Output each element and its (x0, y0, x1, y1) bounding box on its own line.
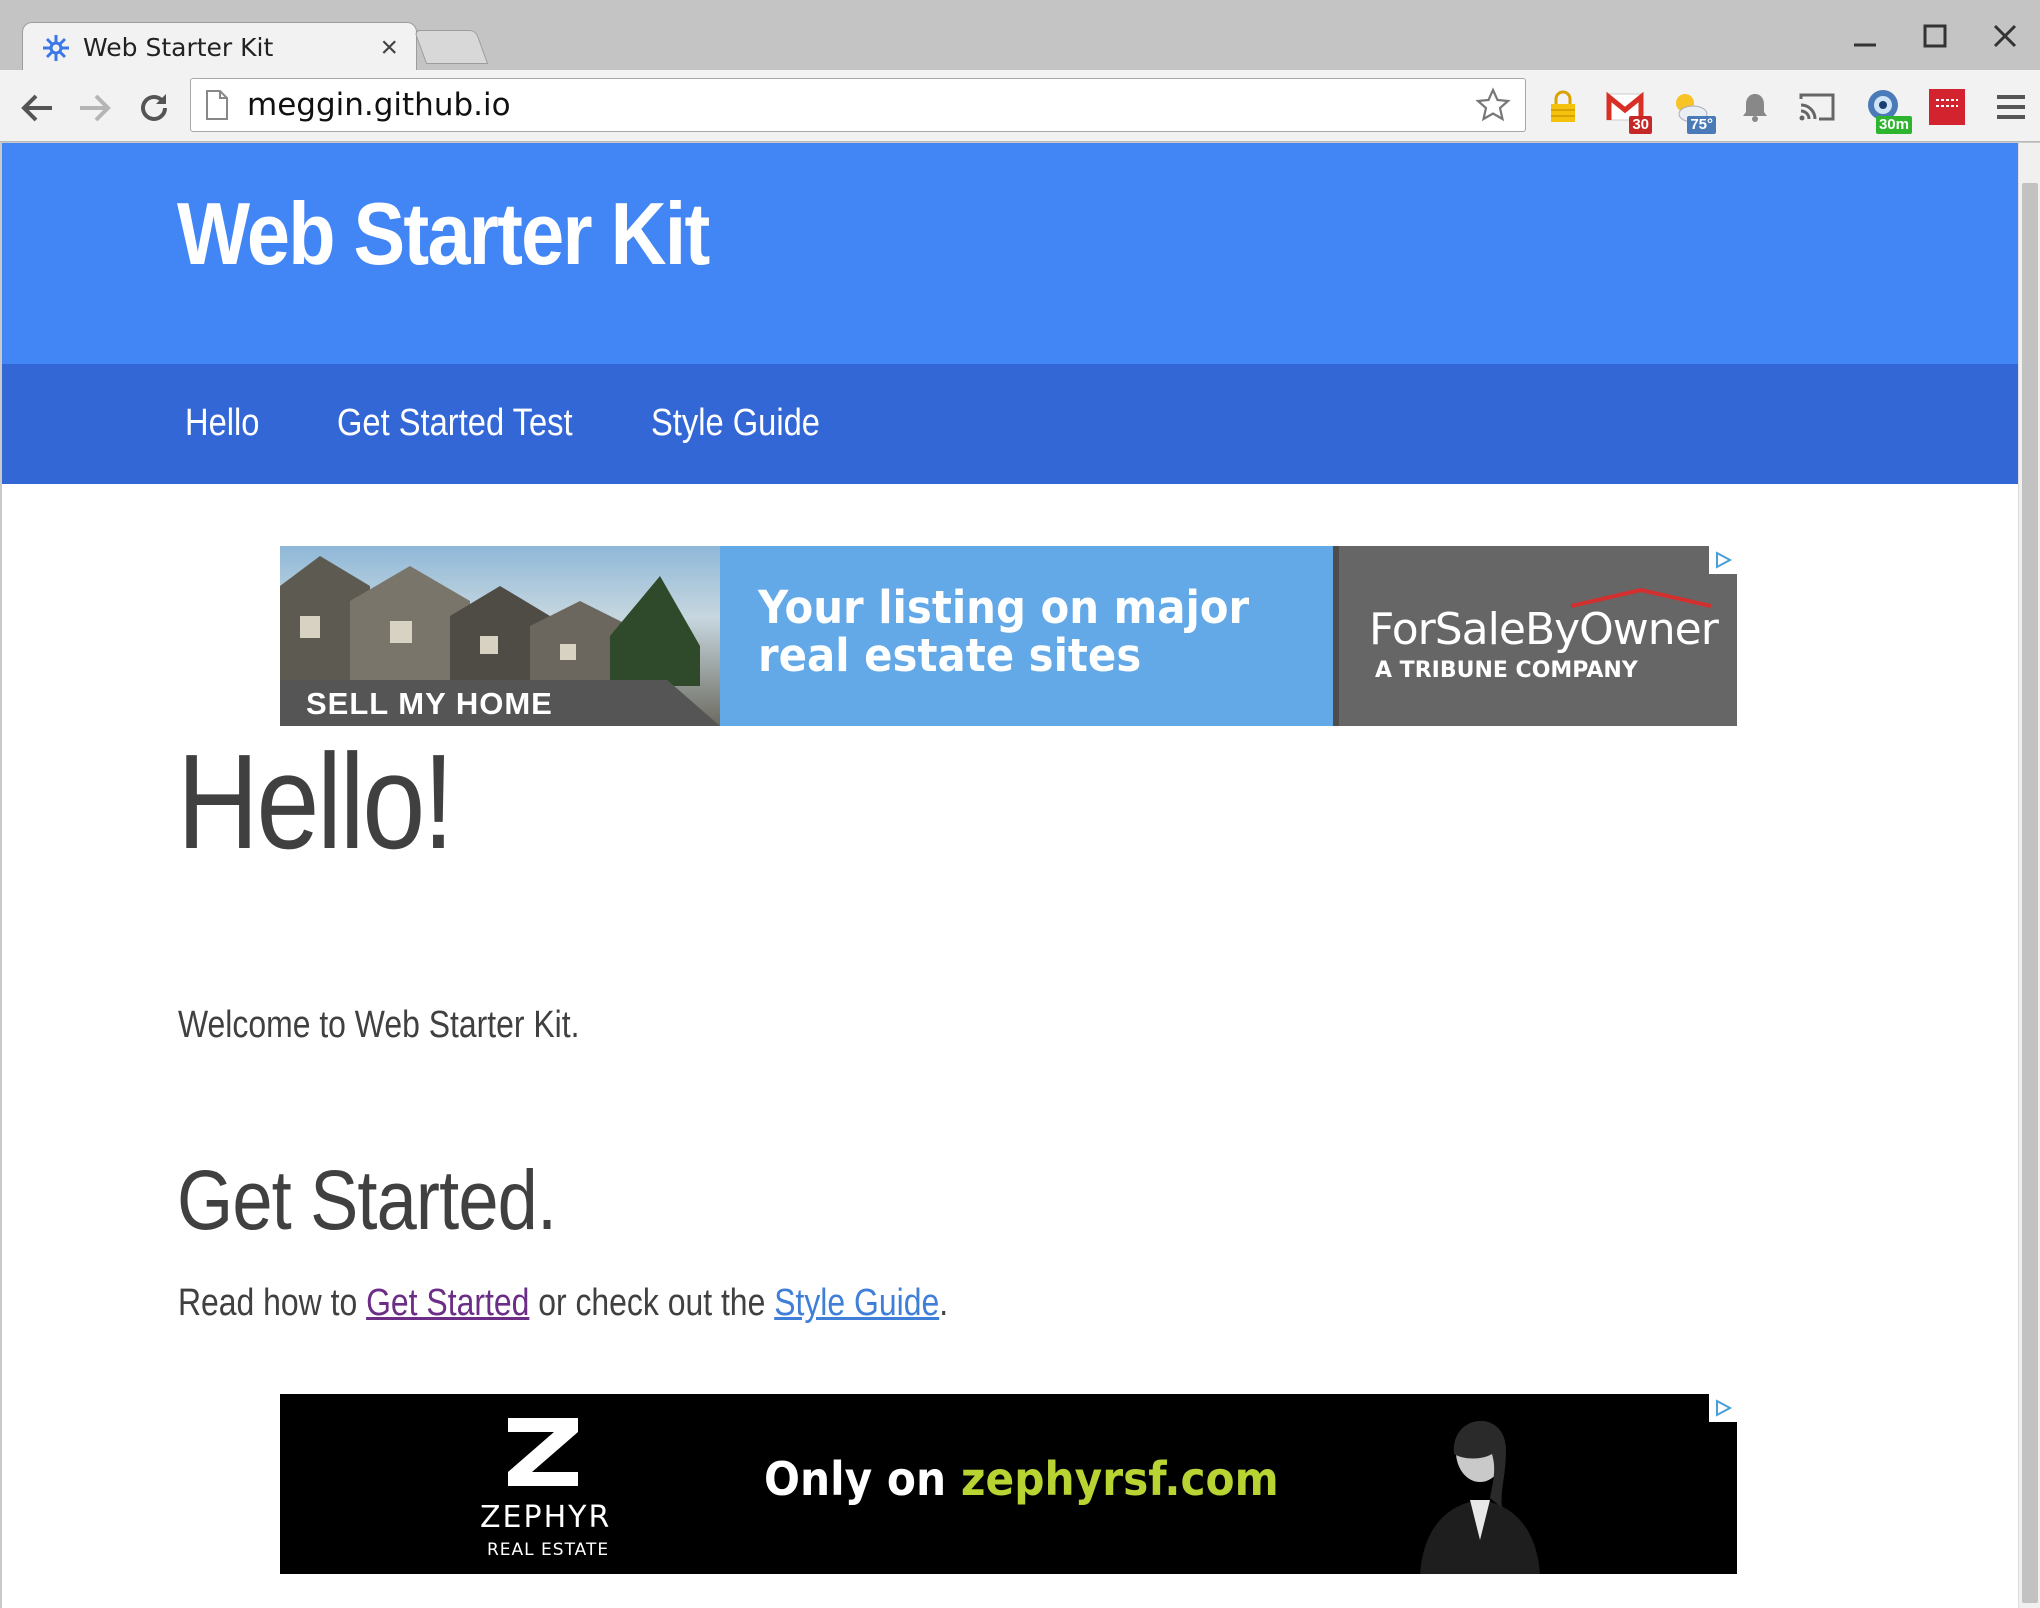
ad-banner-forsalebyowner[interactable]: SELL MY HOME Your listing on major real … (280, 546, 1737, 726)
ad-headline-line2: real estate sites (758, 629, 1142, 682)
tab-title: Web Starter Kit (83, 33, 274, 62)
slogan-prefix: Only on (764, 1452, 961, 1506)
lastpass-icon (1551, 90, 1575, 122)
minimize-icon (1854, 43, 1876, 47)
bookmark-star-icon[interactable] (1475, 87, 1511, 123)
heading-hello: Hello! (177, 726, 454, 877)
site-title: Web Starter Kit (177, 184, 710, 283)
main-navigation: Hello Get Started Test Style Guide (2, 364, 2018, 484)
window-titlebar: Web Starter Kit × (0, 0, 2040, 72)
nav-link-get-started-test[interactable]: Get Started Test (337, 402, 573, 445)
timer-badge: 30m (1875, 116, 1912, 134)
back-arrow-icon (21, 94, 52, 122)
pocket-extension[interactable] (1924, 84, 1970, 130)
vertical-scrollbar[interactable] (2018, 143, 2040, 1608)
zephyr-slogan: Only on zephyrsf.com (764, 1452, 1279, 1506)
window-controls (1830, 14, 2040, 58)
read-middle: or check out the (529, 1282, 775, 1324)
timer-extension[interactable]: 30m (1862, 84, 1912, 134)
close-window-button[interactable] (1970, 14, 2040, 58)
scrollbar-thumb[interactable] (2022, 183, 2038, 1603)
read-paragraph: Read how to Get Started or check out the… (178, 1282, 948, 1325)
cast-extension[interactable] (1794, 84, 1840, 130)
ad-brand-box: ForSaleByOwner A TRIBUNE COMPANY (1333, 546, 1737, 726)
lastpass-extension[interactable] (1540, 84, 1586, 130)
weather-extension[interactable]: 75° (1666, 84, 1716, 134)
zephyr-brand: ZEPHYR (480, 1500, 612, 1535)
adchoices-icon[interactable] (1709, 1394, 1737, 1422)
app-header: Web Starter Kit (2, 143, 2018, 364)
chrome-menu-button[interactable] (1988, 84, 2034, 130)
reload-icon (141, 94, 167, 121)
heading-get-started: Get Started. (177, 1153, 557, 1247)
browser-tab[interactable]: Web Starter Kit × (22, 22, 417, 72)
browser-toolbar: meggin.github.io 30 75° 30m (0, 70, 2040, 142)
notifications-icon (1743, 94, 1767, 122)
ad-brand-name: ForSaleByOwner (1369, 604, 1719, 655)
maximize-button[interactable] (1900, 14, 1970, 58)
page-viewport: Web Starter Kit Hello Get Started Test S… (2, 143, 2018, 1608)
back-button[interactable] (18, 88, 58, 128)
pocket-icon (1929, 89, 1965, 125)
address-bar[interactable]: meggin.github.io (190, 78, 1526, 132)
sell-my-home-button[interactable]: SELL MY HOME (280, 680, 720, 726)
ad-headline: Your listing on major real estate sites (758, 584, 1249, 680)
adchoices-icon[interactable] (1709, 546, 1737, 574)
read-prefix: Read how to (178, 1282, 367, 1324)
ad-brand-tagline: A TRIBUNE COMPANY (1375, 658, 1638, 683)
ad-headline-line1: Your listing on major (758, 581, 1250, 634)
slogan-site: zephyrsf.com (960, 1452, 1279, 1506)
notifications-extension[interactable] (1732, 84, 1778, 130)
zephyr-z-logo-icon (508, 1418, 578, 1486)
zephyr-subbrand: REAL ESTATE (487, 1540, 610, 1560)
nav-link-hello[interactable]: Hello (185, 402, 259, 445)
page-icon (206, 90, 228, 120)
maximize-icon (1923, 24, 1947, 48)
welcome-text: Welcome to Web Starter Kit. (178, 1004, 580, 1046)
gmail-badge: 30 (1629, 116, 1652, 134)
agent-portrait-image (1420, 1420, 1540, 1574)
menu-icon (1997, 95, 2025, 119)
style-guide-link[interactable]: Style Guide (774, 1282, 939, 1324)
url-text[interactable]: meggin.github.io (247, 87, 1475, 123)
ad-banner-zephyr[interactable]: ZEPHYR REAL ESTATE Only on zephyrsf.com (280, 1394, 1737, 1574)
forward-button[interactable] (74, 88, 114, 128)
web-starter-kit-favicon-icon (43, 34, 69, 61)
weather-badge: 75° (1687, 116, 1716, 134)
get-started-link[interactable]: Get Started (366, 1282, 529, 1324)
nav-link-style-guide[interactable]: Style Guide (651, 402, 820, 445)
close-icon (1993, 24, 2017, 48)
read-suffix: . (939, 1282, 949, 1324)
new-tab-button[interactable] (413, 30, 489, 64)
minimize-button[interactable] (1830, 14, 1900, 58)
cast-icon (1799, 93, 1835, 121)
gmail-extension[interactable]: 30 (1602, 84, 1652, 134)
tab-close-icon[interactable]: × (380, 32, 398, 63)
forward-arrow-icon (80, 94, 111, 122)
reload-button[interactable] (134, 88, 174, 128)
